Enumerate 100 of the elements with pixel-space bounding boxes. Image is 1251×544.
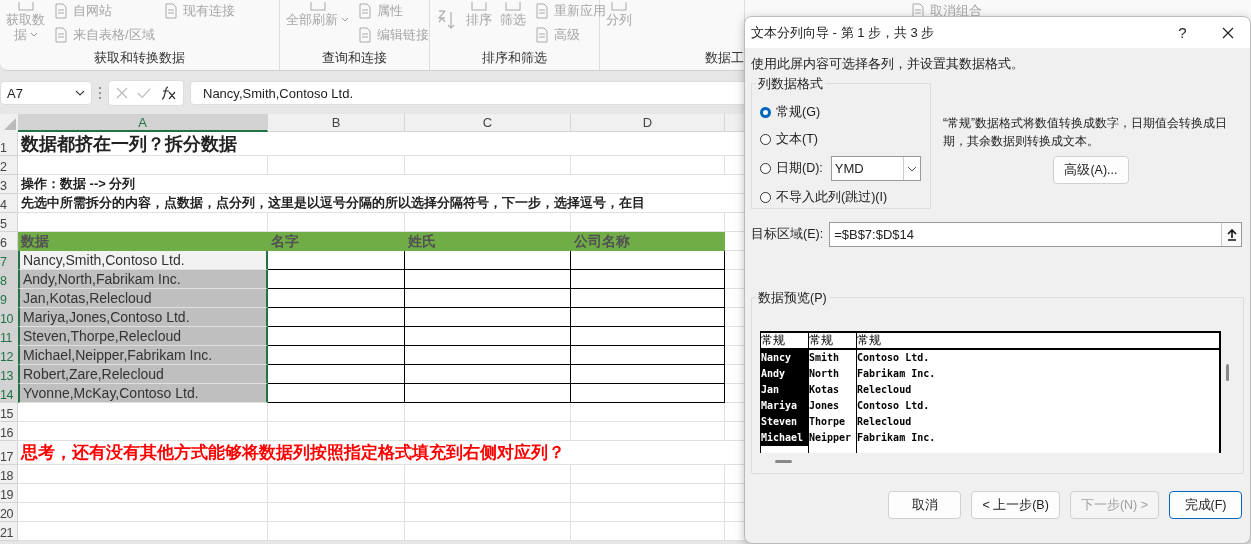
table-cell: Steven,Thorpe,Relecloud: [18, 327, 268, 346]
document-icon: [357, 27, 373, 43]
table-cell: Yvonne,McKay,Contoso Ltd.: [18, 384, 268, 403]
preview-cell: Andy: [761, 366, 808, 382]
radio-option[interactable]: 文本(T): [760, 131, 818, 148]
scrollbar-thumb[interactable]: [1226, 364, 1229, 381]
sheet-title: 数据都挤在一列？拆分数据: [18, 132, 745, 156]
column-header[interactable]: B: [268, 114, 405, 132]
instruction-text: 操作：数据 --> 分列: [18, 175, 745, 194]
row-header[interactable]: 8: [0, 270, 18, 289]
row-header[interactable]: 16: [0, 422, 18, 441]
row-header[interactable]: 20: [0, 503, 18, 522]
preview-column-header[interactable]: 常规: [857, 333, 1219, 350]
preview-cell-text: Fabrikam Inc.: [857, 367, 937, 381]
destination-field[interactable]: =$B$7:$D$14: [829, 222, 1242, 247]
check-icon[interactable]: [137, 86, 151, 100]
radio-option[interactable]: 常规(G): [760, 104, 821, 121]
header-cell: 公司名称: [571, 232, 725, 251]
row-header[interactable]: 7: [0, 251, 18, 270]
instruction-text: 使用此屏内容可选择各列，并设置其数据格式。: [751, 56, 1025, 73]
radio-button[interactable]: [760, 134, 771, 145]
caret-icon: [29, 32, 38, 37]
dialog-title: 文本分列向导 - 第 1 步，共 3 步: [751, 23, 936, 42]
preview-cell-text: Contoso Ltd.: [857, 351, 931, 365]
name-box[interactable]: A7: [0, 81, 92, 105]
more-icon[interactable]: [98, 86, 102, 100]
caret-icon: [906, 165, 917, 172]
row-header[interactable]: 4: [0, 194, 18, 213]
radio-option[interactable]: 不导入此列(跳过)(I): [760, 189, 888, 206]
radio-option[interactable]: 日期(D):: [760, 160, 823, 177]
preview-cell-text: Kotas: [809, 383, 841, 397]
row-header[interactable]: 2: [0, 156, 18, 175]
row-header[interactable]: 1: [0, 132, 18, 156]
close-icon: [1221, 26, 1234, 39]
dialog-button[interactable]: 完成(F): [1169, 491, 1242, 519]
preview-cell: Steven: [761, 414, 808, 430]
description-text: “常规”数据格式将数值转换成数字，日期值会转换成日期，其余数据则转换成文本。: [943, 115, 1228, 150]
preview-cell-text: Jones: [809, 399, 841, 413]
header-cell: 名字: [268, 232, 405, 251]
preview-cell: Michael: [761, 430, 808, 446]
preview-cell-text: Contoso Ltd.: [857, 399, 931, 413]
row-header[interactable]: 19: [0, 484, 18, 503]
header-cell: 数据: [18, 232, 268, 251]
group-label: 排序和筛选: [481, 50, 548, 67]
row-header[interactable]: 12: [0, 346, 18, 365]
preview-cell-text: North: [809, 367, 841, 381]
scrollbar-thumb[interactable]: [775, 460, 792, 463]
radio-button[interactable]: [760, 192, 771, 203]
sheet-icon: [469, 2, 489, 12]
preview-column-header[interactable]: 常规: [761, 333, 808, 350]
column-header[interactable]: A: [18, 114, 268, 132]
cancel-icon[interactable]: [115, 86, 129, 100]
row-header[interactable]: 5: [0, 213, 18, 232]
preview-cell-text: Smith: [809, 351, 841, 365]
preview-cell-text: Relecloud: [857, 415, 913, 429]
row-header[interactable]: 9: [0, 289, 18, 308]
row-header[interactable]: 6: [0, 232, 18, 251]
row-header[interactable]: 3: [0, 175, 18, 194]
row-header[interactable]: 15: [0, 403, 18, 422]
preview-table[interactable]: 常规 Nancy Andy Jan Mariya Steven Michael 常规 Smith North Kotas Jones Thorpe Neipper 常规 Contoso Ltd. Fabrikam Inc. Relecloud Contoso Ltd. Relecloud Fabrikam Inc.: [760, 331, 1221, 453]
group-label: 数据工: [704, 50, 744, 67]
group-label: 数据预览(P): [756, 290, 829, 307]
radio-button[interactable]: [760, 107, 771, 118]
table-cell: Michael,Neipper,Fabrikam Inc.: [18, 346, 268, 365]
table-cell: Mariya,Jones,Contoso Ltd.: [18, 308, 268, 327]
preview-cell: Nancy: [761, 350, 808, 366]
dialog-button[interactable]: < 上一步(B): [971, 491, 1060, 519]
column-header[interactable]: D: [571, 114, 725, 132]
sheet-icon: [609, 2, 629, 12]
group-label: 获取和转换数据: [93, 50, 186, 67]
row-header[interactable]: 17: [0, 441, 18, 465]
preview-cell-text: Thorpe: [809, 415, 847, 429]
document-icon: [357, 3, 373, 19]
radio-button[interactable]: [760, 163, 771, 174]
preview-cell-text: Neipper: [809, 431, 853, 445]
dialog-button[interactable]: 取消: [888, 491, 962, 519]
document-icon: [534, 3, 550, 19]
preview-column-header[interactable]: 常规: [809, 333, 856, 350]
sheet-icon: [15, 2, 36, 12]
help-button[interactable]: ?: [1160, 17, 1205, 48]
preview-cell-text: Relecloud: [857, 383, 913, 397]
column-header[interactable]: C: [405, 114, 571, 132]
row-header[interactable]: 13: [0, 365, 18, 384]
row-header[interactable]: 18: [0, 465, 18, 484]
collapse-button[interactable]: [1221, 223, 1241, 246]
function-icon[interactable]: [159, 85, 177, 101]
advanced-button[interactable]: 高级(A)...: [1053, 156, 1129, 184]
date-format-dropdown[interactable]: YMD: [830, 156, 921, 181]
row-header[interactable]: 14: [0, 384, 18, 403]
document-icon: [534, 27, 550, 43]
document-icon: [910, 3, 926, 19]
table-cell: Nancy,Smith,Contoso Ltd.: [18, 251, 268, 270]
row-header[interactable]: 21: [0, 522, 18, 541]
preview-cell: Jan: [761, 382, 808, 398]
document-icon: [162, 3, 179, 19]
caret-icon: [341, 17, 349, 22]
header-cell: 姓氏: [405, 232, 571, 251]
note-text: 思考，还有没有其他方式能够将数据列按照指定格式填充到右侧对应列？: [18, 441, 745, 465]
row-header[interactable]: 10: [0, 308, 18, 327]
row-header[interactable]: 11: [0, 327, 18, 346]
